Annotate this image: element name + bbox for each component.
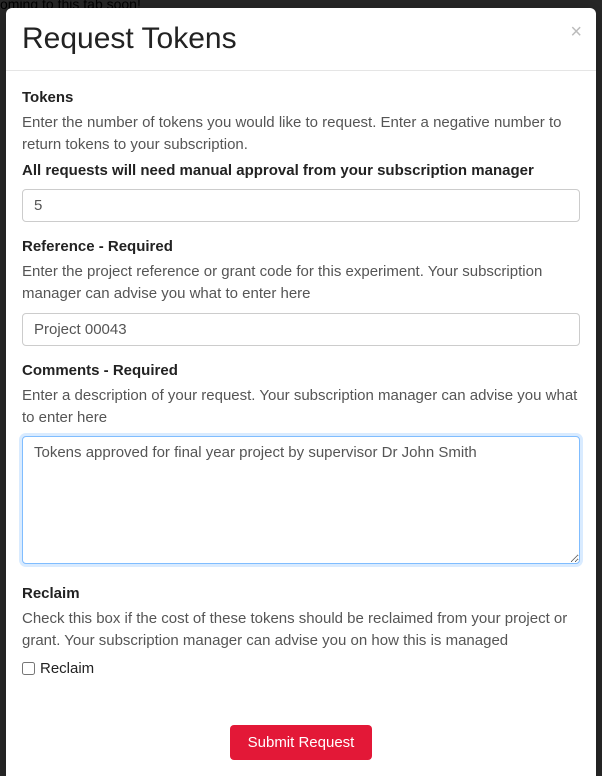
reclaim-help: Check this box if the cost of these toke…: [22, 608, 580, 652]
comments-label: Comments - Required: [22, 362, 580, 379]
comments-help: Enter a description of your request. You…: [22, 385, 580, 429]
tokens-input[interactable]: [22, 189, 580, 222]
modal-title: Request Tokens: [22, 22, 580, 56]
modal-header: Request Tokens ×: [6, 8, 596, 71]
reclaim-checkbox-label[interactable]: Reclaim: [40, 660, 94, 677]
tokens-help: Enter the number of tokens you would lik…: [22, 112, 580, 156]
modal-body: Tokens Enter the number of tokens you wo…: [6, 71, 596, 713]
reference-label: Reference - Required: [22, 238, 580, 255]
reclaim-checkbox-row: Reclaim: [22, 660, 580, 677]
tokens-note: All requests will need manual approval f…: [22, 160, 580, 182]
reclaim-label: Reclaim: [22, 585, 580, 602]
tokens-group: Tokens Enter the number of tokens you wo…: [22, 89, 580, 222]
close-icon[interactable]: ×: [570, 22, 582, 42]
modal-footer: Submit Request: [6, 713, 596, 776]
comments-textarea[interactable]: [22, 436, 580, 564]
submit-request-button[interactable]: Submit Request: [230, 725, 373, 760]
tokens-label: Tokens: [22, 89, 580, 106]
reference-help: Enter the project reference or grant cod…: [22, 261, 580, 305]
request-tokens-modal: Request Tokens × Tokens Enter the number…: [6, 8, 596, 776]
reference-group: Reference - Required Enter the project r…: [22, 238, 580, 346]
reference-input[interactable]: [22, 313, 580, 346]
reclaim-checkbox[interactable]: [22, 662, 35, 675]
comments-group: Comments - Required Enter a description …: [22, 362, 580, 570]
reclaim-group: Reclaim Check this box if the cost of th…: [22, 585, 580, 677]
